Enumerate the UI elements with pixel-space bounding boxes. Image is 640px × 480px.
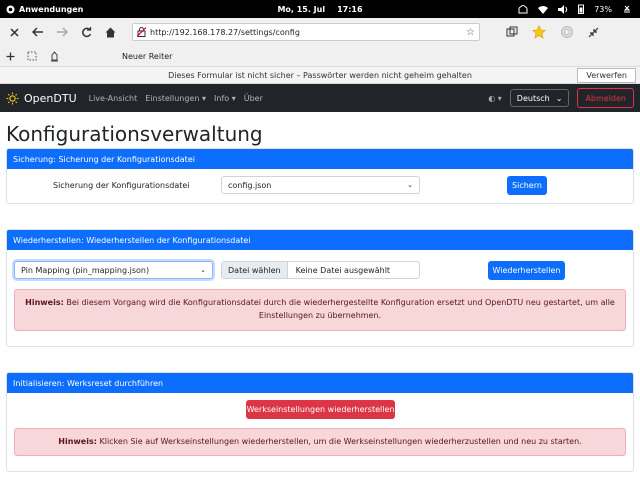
factory-reset-button[interactable]: Werkseinstellungen wiederherstellen [246, 400, 395, 419]
restore-card-header: Wiederherstellen: Wiederherstellen der K… [7, 230, 633, 250]
no-file-selected-text: Keine Datei ausgewählt [295, 265, 391, 275]
page-title: Konfigurationsverwaltung [6, 122, 263, 146]
page-content: Konfigurationsverwaltung Sicherung: Sich… [0, 121, 640, 472]
collapse-window-icon[interactable] [588, 27, 599, 38]
insecure-form-warning-bar: Dieses Formular ist nicht sicher – Passw… [0, 66, 640, 84]
chevron-down-icon: ⌄ [555, 93, 563, 103]
nav-settings-label: Einstellungen [145, 93, 200, 103]
caret-down-icon: ▾ [231, 93, 236, 103]
close-icon [9, 27, 19, 37]
power-menu-icon [623, 5, 631, 13]
backup-file-select[interactable]: config.json ⌄ [221, 176, 420, 194]
reload-icon [81, 26, 91, 37]
clock-time: 17:16 [337, 4, 363, 14]
apps-label: Anwendungen [19, 4, 84, 14]
nav-settings-dropdown[interactable]: Einstellungen ▾ [145, 94, 206, 103]
forward-button[interactable] [54, 24, 70, 40]
restore-file-input[interactable]: Datei wählen Keine Datei ausgewählt [221, 261, 420, 279]
battery-percentage: 73% [594, 4, 612, 14]
tabs-overview-icon[interactable] [506, 26, 518, 38]
caret-down-icon: ▾ [202, 93, 207, 103]
reset-card: Initialisieren: Werksreset durchführen W… [6, 372, 634, 472]
sun-logo-icon [6, 92, 19, 104]
theme-toggle[interactable]: ◐ ▾ [488, 94, 502, 103]
arrow-left-icon [32, 27, 43, 37]
restore-hint-text: Bei diesem Vorgang wird die Konfiguratio… [66, 298, 615, 320]
url-text: http://192.168.178.27/settings/config [150, 27, 300, 37]
app-navbar: OpenDTU Live-Ansicht Einstellungen ▾ Inf… [0, 84, 640, 112]
insecure-form-warning-text: Dieses Formular ist nicht sicher – Passw… [168, 70, 472, 80]
network-icon [518, 4, 528, 13]
wifi-icon [538, 5, 549, 14]
address-bar[interactable]: http://192.168.178.27/settings/config ☆ [132, 23, 480, 41]
clock-date: Mo, 15. Jul [277, 4, 326, 14]
browser-tab-row: Neuer Reiter [0, 46, 640, 66]
brand-name: OpenDTU [24, 91, 77, 105]
settings-gear-icon[interactable] [560, 25, 574, 39]
restore-card: Wiederherstellen: Wiederherstellen der K… [6, 229, 634, 347]
tab-favicon-icon[interactable] [49, 50, 60, 62]
arrow-right-icon [57, 27, 68, 37]
new-tab-plus-icon[interactable] [6, 52, 15, 61]
brand-link[interactable]: OpenDTU [6, 92, 77, 105]
system-tray[interactable]: 73% [518, 4, 640, 14]
nav-live-view[interactable]: Live-Ansicht [89, 94, 138, 103]
bookmark-star-icon[interactable]: ☆ [466, 27, 475, 38]
chevron-down-icon: ⌄ [200, 266, 206, 274]
backup-card-header: Sicherung: Sicherung der Konfigurationsd… [7, 149, 633, 169]
choose-file-button[interactable]: Datei wählen [222, 262, 288, 278]
close-tab-button[interactable] [6, 24, 22, 40]
language-value: Deutsch [516, 93, 550, 103]
activities-button[interactable]: Anwendungen [0, 5, 83, 14]
nav-about[interactable]: Über [244, 94, 263, 103]
nav-info-dropdown[interactable]: Info ▾ [214, 94, 236, 103]
selection-icon[interactable] [27, 51, 37, 61]
browser-toolbar: http://192.168.178.27/settings/config ☆ [0, 18, 640, 46]
reset-card-header: Initialisieren: Werksreset durchführen [7, 373, 633, 393]
backup-button[interactable]: Sichern [507, 176, 547, 195]
tab-new-tab[interactable]: Neuer Reiter [122, 52, 172, 61]
nav-info-label: Info [214, 93, 230, 103]
backup-label: Sicherung der Konfigurationsdatei [53, 181, 190, 190]
restore-file-value: Pin Mapping (pin_mapping.json) [21, 265, 150, 275]
reset-hint-text: Klicken Sie auf Werkseinstellungen wiede… [99, 437, 582, 446]
dismiss-warning-button[interactable]: Verwerfen [577, 68, 636, 83]
restore-hint-alert: Hinweis: Bei diesem Vorgang wird die Kon… [14, 289, 626, 331]
caret-down-icon: ▾ [497, 93, 502, 103]
system-top-bar: Anwendungen Mo, 15. Jul 17:16 73% [0, 0, 640, 18]
half-circle-icon: ◐ [488, 93, 496, 103]
back-button[interactable] [30, 24, 46, 40]
insecure-lock-icon [137, 27, 146, 37]
restore-file-select[interactable]: Pin Mapping (pin_mapping.json) ⌄ [14, 261, 213, 279]
home-button[interactable] [102, 24, 118, 40]
language-select[interactable]: Deutsch ⌄ [509, 89, 570, 107]
reload-button[interactable] [78, 24, 94, 40]
reset-hint-label: Hinweis: [58, 437, 97, 446]
restore-hint-label: Hinweis: [25, 298, 64, 307]
system-logo-icon [6, 5, 15, 13]
backup-file-value: config.json [228, 180, 272, 190]
bookmarks-star-icon[interactable] [532, 25, 546, 39]
logout-button[interactable]: Abmelden [577, 88, 634, 108]
chevron-down-icon: ⌄ [407, 181, 413, 189]
home-icon [105, 27, 115, 37]
backup-card: Sicherung: Sicherung der Konfigurationsd… [6, 148, 634, 204]
battery-icon [578, 4, 585, 14]
reset-hint-alert: Hinweis: Klicken Sie auf Werkseinstellun… [14, 428, 626, 456]
restore-button[interactable]: Wiederherstellen [488, 261, 565, 280]
volume-icon [558, 4, 568, 14]
